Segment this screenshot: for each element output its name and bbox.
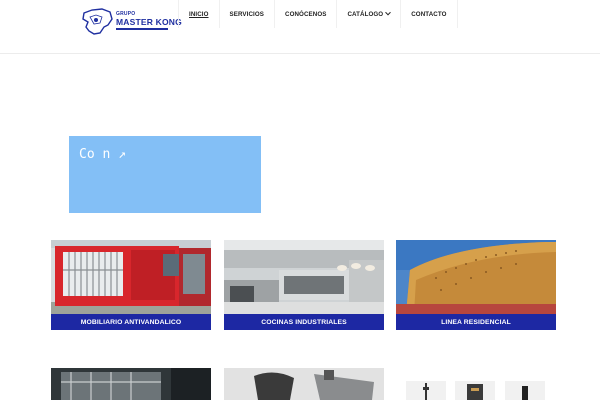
nav-item-label: SERVICIOS (229, 10, 264, 18)
nav-item-catalogo[interactable]: CATÁLOGO (336, 0, 400, 28)
nav-item-label: INICIO (189, 10, 209, 18)
category-card-partial-1[interactable] (51, 368, 211, 400)
partial-image (51, 368, 211, 400)
brand-logo[interactable]: GRUPO MASTER KONG (80, 7, 182, 37)
category-card-partial-2[interactable] (224, 368, 384, 400)
nav-item-label: CONÓCENOS (285, 10, 327, 18)
product-thumb-1[interactable] (406, 381, 446, 400)
logo-main-text: MASTER KONG (116, 17, 182, 27)
partial-image (423, 383, 429, 400)
nav-item-conocenos[interactable]: CONÓCENOS (274, 0, 336, 28)
nav-item-contacto[interactable]: CONTACTO (400, 0, 458, 28)
chevron-down-icon (385, 9, 392, 16)
category-caption: LINEA RESIDENCIAL (396, 314, 556, 330)
nav-item-label: CATÁLOGO (347, 10, 384, 18)
category-caption: MOBILIARIO ANTIVANDALICO (51, 314, 211, 330)
main-nav: INICIO SERVICIOS CONÓCENOS CATÁLOGO CONT… (178, 0, 458, 28)
partial-image (224, 368, 384, 400)
partial-image (467, 384, 483, 400)
category-card-mobiliario[interactable]: MOBILIARIO ANTIVANDALICO (51, 240, 211, 330)
kitchen-image (224, 240, 384, 314)
hero-text: Co n ↗ (79, 147, 126, 162)
product-thumb-2[interactable] (455, 381, 495, 400)
nav-item-label: CONTACTO (411, 10, 447, 18)
mexico-map-icon (82, 8, 113, 35)
nav-item-servicios[interactable]: SERVICIOS (218, 0, 274, 28)
partial-image (522, 386, 528, 400)
product-thumb-3[interactable] (505, 381, 545, 400)
category-caption: COCINAS INDUSTRIALES (224, 314, 384, 330)
hero-banner[interactable]: Co n ↗ (69, 136, 261, 213)
logo-underline (116, 28, 168, 30)
category-card-residencial[interactable]: LINEA RESIDENCIAL (396, 240, 556, 330)
container-image (51, 240, 211, 314)
nav-item-inicio[interactable]: INICIO (178, 0, 219, 28)
site-header: GRUPO MASTER KONG INICIO SERVICIOS CONÓC… (0, 0, 600, 54)
building-image (396, 240, 556, 314)
category-card-cocinas[interactable]: COCINAS INDUSTRIALES (224, 240, 384, 330)
